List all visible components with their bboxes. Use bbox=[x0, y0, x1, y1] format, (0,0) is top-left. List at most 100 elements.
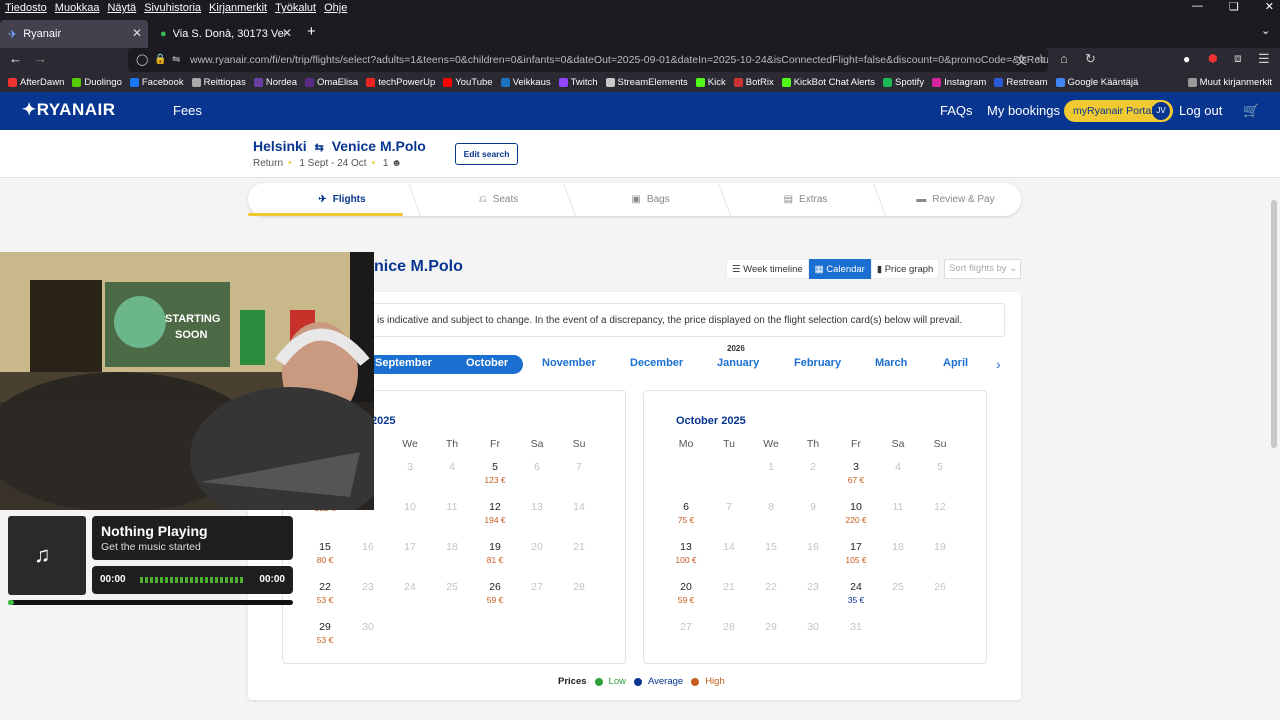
bookmark-item[interactable]: KickBot Chat Alerts bbox=[781, 77, 875, 88]
lock-icon[interactable]: 🔒 bbox=[154, 48, 166, 72]
month-tab[interactable]: November bbox=[542, 357, 596, 369]
home-icon[interactable]: ⌂ bbox=[1060, 51, 1068, 66]
step-seats[interactable]: ⎌ Seats bbox=[436, 183, 561, 216]
weekday-header: Mo bbox=[678, 438, 694, 450]
page-scrollbar[interactable] bbox=[1271, 200, 1277, 448]
menu-file[interactable]: Tiedosto bbox=[5, 2, 47, 14]
adblock-icon[interactable]: ⬢ bbox=[1208, 52, 1218, 65]
bookmark-favicon-icon bbox=[253, 77, 263, 87]
ryanair-logo[interactable]: ✦RYANAIR bbox=[22, 100, 116, 120]
month-tab[interactable]: April bbox=[943, 357, 968, 369]
day-number: 26 bbox=[934, 581, 946, 593]
fees-link[interactable]: Fees bbox=[173, 103, 202, 118]
calendar-button[interactable]: ▦ Calendar bbox=[808, 259, 871, 279]
bookmark-item[interactable]: BotRix bbox=[733, 77, 774, 88]
menu-bookmarks[interactable]: Kirjanmerkit bbox=[209, 2, 267, 14]
bookmark-star-icon[interactable]: ☆ bbox=[1035, 51, 1047, 67]
calendar-day[interactable]: 15 80 € bbox=[305, 541, 345, 565]
menu-edit[interactable]: Muokkaa bbox=[55, 2, 100, 14]
shield-icon[interactable]: ◯ bbox=[136, 48, 148, 72]
maximize-icon[interactable]: ❏ bbox=[1229, 0, 1239, 13]
bookmark-item[interactable]: techPowerUp bbox=[366, 77, 435, 88]
bookmark-item[interactable]: Veikkaus bbox=[500, 77, 551, 88]
calendar-day[interactable]: 10 220 € bbox=[836, 501, 876, 525]
bookmark-item[interactable]: Nordea bbox=[253, 77, 297, 88]
bookmark-item[interactable]: AfterDawn bbox=[8, 77, 64, 88]
myryanair-portal-button[interactable]: myRyanair Portal JV bbox=[1064, 100, 1173, 122]
price-graph-button[interactable]: ▮ Price graph bbox=[870, 259, 940, 279]
day-number: 31 bbox=[850, 621, 862, 633]
bookmark-item[interactable]: StreamElements bbox=[605, 77, 688, 88]
calendar-day[interactable]: 19 81 € bbox=[475, 541, 515, 565]
bookmark-item[interactable]: Reittiopas bbox=[191, 77, 246, 88]
bookmark-item[interactable]: Facebook bbox=[129, 77, 184, 88]
bookmark-item[interactable]: Instagram bbox=[932, 77, 986, 88]
tab-maps[interactable]: ● Via S. Donà, 30173 Venezia VE, I ✕ bbox=[152, 20, 298, 48]
faqs-link[interactable]: FAQs bbox=[940, 103, 973, 118]
edit-search-button[interactable]: Edit search bbox=[455, 143, 518, 165]
cart-icon[interactable]: 🛒 bbox=[1243, 103, 1259, 119]
calendar-day[interactable]: 26 59 € bbox=[475, 581, 515, 605]
bookmark-item[interactable]: Duolingo bbox=[72, 77, 122, 88]
minimize-icon[interactable]: — bbox=[1192, 0, 1203, 13]
permissions-icon[interactable]: ⇋ bbox=[172, 48, 180, 72]
tab-ryanair[interactable]: ✈ Ryanair ✕ bbox=[0, 20, 148, 48]
calendar-day[interactable]: 13 100 € bbox=[666, 541, 706, 565]
month-tab[interactable]: December bbox=[630, 357, 683, 369]
month-tab[interactable]: January bbox=[717, 357, 759, 369]
new-tab-icon[interactable]: + bbox=[307, 23, 316, 40]
close-tab-icon[interactable]: ✕ bbox=[132, 26, 142, 40]
logout-link[interactable]: Log out bbox=[1179, 103, 1222, 118]
bookmark-item[interactable]: Restream bbox=[994, 77, 1048, 88]
day-number: 4 bbox=[895, 461, 901, 473]
calendar-day[interactable]: 3 67 € bbox=[836, 461, 876, 485]
menu-help[interactable]: Ohje bbox=[324, 2, 347, 14]
tab-list-chevron-icon[interactable]: ⌄ bbox=[1261, 24, 1270, 37]
translate-icon[interactable]: 文 bbox=[1016, 52, 1027, 68]
sort-select[interactable]: Sort flights by ⌄ bbox=[944, 259, 1021, 279]
extension-icon[interactable]: ● bbox=[1183, 52, 1190, 66]
bookmark-item[interactable]: Google Kääntäjä bbox=[1055, 77, 1138, 88]
chevron-right-icon[interactable]: › bbox=[996, 356, 1001, 372]
menu-view[interactable]: Näytä bbox=[107, 2, 136, 14]
bookmark-item[interactable]: Kick bbox=[695, 77, 726, 88]
forward-icon[interactable]: → bbox=[34, 51, 47, 66]
bookmark-item[interactable]: Muut kirjanmerkit bbox=[1187, 77, 1272, 88]
day-price: 80 € bbox=[316, 555, 334, 565]
calendar-day[interactable]: 22 53 € bbox=[305, 581, 345, 605]
step-extras[interactable]: ▤ Extras bbox=[743, 183, 868, 216]
menu-tools[interactable]: Työkalut bbox=[275, 2, 316, 14]
bookmark-item[interactable]: OmaElisa bbox=[305, 77, 358, 88]
step-review-pay[interactable]: ▬ Review & Pay bbox=[893, 183, 1018, 216]
back-icon[interactable]: ← bbox=[9, 51, 22, 66]
close-window-icon[interactable]: ✕ bbox=[1265, 0, 1274, 13]
calendar-day[interactable]: 20 59 € bbox=[666, 581, 706, 605]
calendar-day[interactable]: 24 35 € bbox=[836, 581, 876, 605]
url-bar[interactable]: ◯ 🔒 ⇋ www.ryanair.com/fi/en/trip/flights… bbox=[128, 48, 1048, 72]
month-tab[interactable]: February bbox=[794, 357, 841, 369]
bookmark-item[interactable]: Spotify bbox=[883, 77, 924, 88]
month-tab[interactable]: March bbox=[875, 357, 907, 369]
month-tab[interactable]: September bbox=[375, 357, 432, 369]
menu-history[interactable]: Sivuhistoria bbox=[144, 2, 201, 14]
calendar-day[interactable]: 17 105 € bbox=[836, 541, 876, 565]
extensions-puzzle-icon[interactable]: ⧈ bbox=[1234, 51, 1242, 66]
calendar-day[interactable]: 29 53 € bbox=[305, 621, 345, 645]
my-bookings-link[interactable]: My bookings bbox=[987, 103, 1060, 118]
month-tab[interactable]: October bbox=[466, 357, 508, 369]
avatar: JV bbox=[1152, 102, 1170, 120]
calendar-day[interactable]: 6 75 € bbox=[666, 501, 706, 525]
calendar-day: 11 bbox=[878, 501, 918, 513]
calendar-day[interactable]: 12 194 € bbox=[475, 501, 515, 525]
day-price: 123 € bbox=[484, 475, 506, 485]
reload-icon[interactable]: ↻ bbox=[1085, 51, 1096, 67]
bookmark-item[interactable]: Twitch bbox=[558, 77, 598, 88]
close-tab-icon[interactable]: ✕ bbox=[282, 26, 292, 40]
bookmark-item[interactable]: YouTube bbox=[443, 77, 493, 88]
step-bags[interactable]: ▣ Bags bbox=[588, 183, 713, 216]
calendar-day: 29 bbox=[751, 621, 791, 633]
hamburger-menu-icon[interactable]: ☰ bbox=[1258, 51, 1270, 67]
week-timeline-button[interactable]: ☰ Week timeline bbox=[726, 259, 809, 279]
calendar-day[interactable]: 5 123 € bbox=[475, 461, 515, 485]
day-number: 23 bbox=[362, 581, 374, 593]
